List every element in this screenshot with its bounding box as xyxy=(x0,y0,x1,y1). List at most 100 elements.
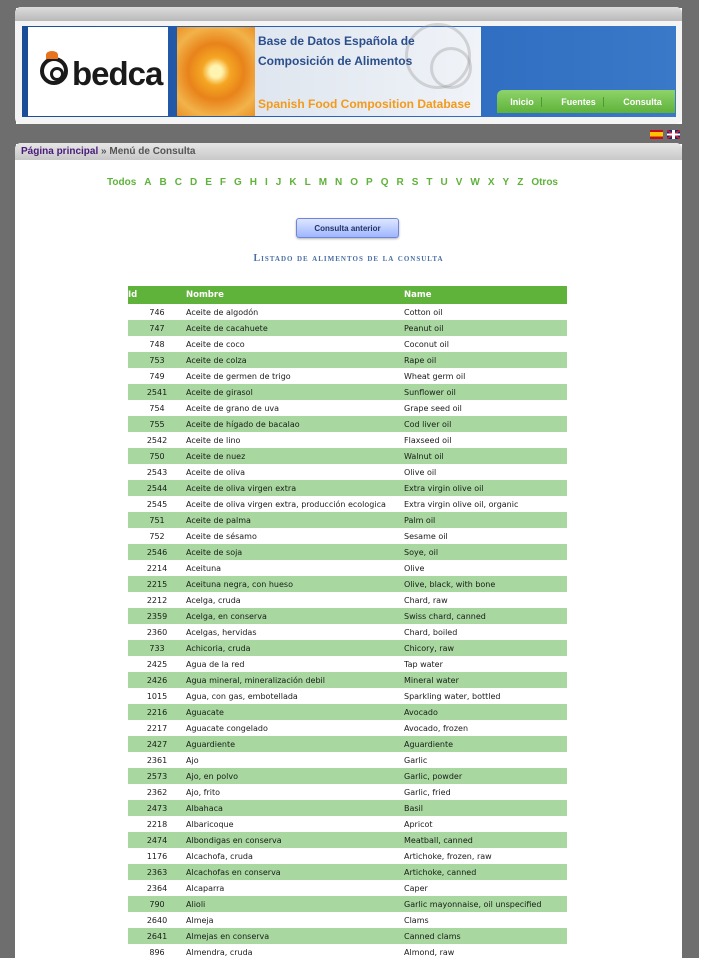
food-name-es-cell[interactable]: Aceite de nuez xyxy=(186,448,404,464)
alphabet-link[interactable]: Z xyxy=(517,177,523,188)
alphabet-link[interactable]: T xyxy=(426,177,432,188)
table-row[interactable]: 754 Aceite de grano de uva Grape seed oil xyxy=(128,400,567,416)
alphabet-link[interactable]: H xyxy=(250,177,257,188)
alphabet-link[interactable]: K xyxy=(289,177,296,188)
table-row[interactable]: 2216 Aguacate Avocado xyxy=(128,704,567,720)
food-name-es-cell[interactable]: Albahaca xyxy=(186,800,404,816)
food-name-es-cell[interactable]: Acelgas, hervidas xyxy=(186,624,404,640)
food-name-es-cell[interactable]: Aceite de lino xyxy=(186,432,404,448)
alphabet-link[interactable]: P xyxy=(366,177,373,188)
food-name-es-cell[interactable]: Aceite de oliva virgen extra xyxy=(186,480,404,496)
table-row[interactable]: 2359 Acelga, en conserva Swiss chard, cann… xyxy=(128,608,567,624)
table-row[interactable]: 2364 Alcaparra Caper xyxy=(128,880,567,896)
food-name-es-cell[interactable]: Aceite de hígado de bacalao xyxy=(186,416,404,432)
table-row[interactable]: 790 Alioli Garlic mayonnaise, oil unspecif… xyxy=(128,896,567,912)
bedca-logo[interactable]: bedca xyxy=(28,27,168,116)
food-name-es-cell[interactable]: Aceite de oliva virgen extra, producción… xyxy=(186,496,404,512)
table-row[interactable]: 2212 Acelga, cruda Chard, raw xyxy=(128,592,567,608)
alphabet-link[interactable]: Todos xyxy=(107,177,136,188)
uk-flag-icon[interactable] xyxy=(667,130,680,139)
food-name-es-cell[interactable]: Aceite de algodón xyxy=(186,304,404,320)
alphabet-link[interactable]: E xyxy=(205,177,212,188)
food-name-es-cell[interactable]: Agua mineral, mineralización debil xyxy=(186,672,404,688)
food-name-es-cell[interactable]: Aceite de sésamo xyxy=(186,528,404,544)
table-row[interactable]: 2217 Aguacate congelado Avocado, frozen xyxy=(128,720,567,736)
spanish-flag-icon[interactable] xyxy=(650,130,663,139)
table-row[interactable]: 2362 Ajo, frito Garlic, fried xyxy=(128,784,567,800)
alphabet-link[interactable]: J xyxy=(276,177,282,188)
alphabet-link[interactable]: D xyxy=(190,177,197,188)
food-name-es-cell[interactable]: Acelga, en conserva xyxy=(186,608,404,624)
table-row[interactable]: 2573 Ajo, en polvo Garlic, powder xyxy=(128,768,567,784)
food-name-es-cell[interactable]: Agua de la red xyxy=(186,656,404,672)
alphabet-link[interactable]: V xyxy=(456,177,463,188)
alphabet-link[interactable]: B xyxy=(160,177,167,188)
table-row[interactable]: 2640 Almeja Clams xyxy=(128,912,567,928)
table-row[interactable]: 733 Achicoria, cruda Chicory, raw xyxy=(128,640,567,656)
food-name-es-cell[interactable]: Aguacate xyxy=(186,704,404,720)
alphabet-link[interactable]: Otros xyxy=(531,177,558,188)
alphabet-link[interactable]: M xyxy=(319,177,327,188)
table-row[interactable]: 752 Aceite de sésamo Sesame oil xyxy=(128,528,567,544)
nav-inicio[interactable]: Inicio xyxy=(503,96,542,107)
table-row[interactable]: 2542 Aceite de lino Flaxseed oil xyxy=(128,432,567,448)
table-row[interactable]: 2541 Aceite de girasol Sunflower oil xyxy=(128,384,567,400)
table-row[interactable]: 1015 Agua, con gas, embotellada Sparkling … xyxy=(128,688,567,704)
food-name-es-cell[interactable]: Alcachofas en conserva xyxy=(186,864,404,880)
food-name-es-cell[interactable]: Alioli xyxy=(186,896,404,912)
table-row[interactable]: 2544 Aceite de oliva virgen extra Extra vi… xyxy=(128,480,567,496)
food-name-es-cell[interactable]: Aceite de germen de trigo xyxy=(186,368,404,384)
alphabet-link[interactable]: W xyxy=(470,177,479,188)
alphabet-link[interactable]: U xyxy=(441,177,448,188)
table-row[interactable]: 747 Aceite de cacahuete Peanut oil xyxy=(128,320,567,336)
table-row[interactable]: 2474 Albondigas en conserva Meatball, cann… xyxy=(128,832,567,848)
food-name-es-cell[interactable]: Aceituna negra, con hueso xyxy=(186,576,404,592)
table-row[interactable]: 755 Aceite de hígado de bacalao Cod liver … xyxy=(128,416,567,432)
table-row[interactable]: 2543 Aceite de oliva Olive oil xyxy=(128,464,567,480)
alphabet-link[interactable]: F xyxy=(220,177,226,188)
table-row[interactable]: 2545 Aceite de oliva virgen extra, produc… xyxy=(128,496,567,512)
nav-fuentes[interactable]: Fuentes xyxy=(554,96,604,107)
nav-consulta[interactable]: Consulta xyxy=(616,97,669,107)
food-name-es-cell[interactable]: Aceituna xyxy=(186,560,404,576)
food-name-es-cell[interactable]: Aceite de cacahuete xyxy=(186,320,404,336)
alphabet-link[interactable]: R xyxy=(397,177,404,188)
alphabet-link[interactable]: S xyxy=(412,177,419,188)
previous-query-button[interactable]: Consulta anterior xyxy=(296,218,399,238)
table-row[interactable]: 2425 Agua de la red Tap water xyxy=(128,656,567,672)
food-name-es-cell[interactable]: Aceite de grano de uva xyxy=(186,400,404,416)
table-row[interactable]: 2363 Alcachofas en conserva Artichoke, can… xyxy=(128,864,567,880)
table-row[interactable]: 748 Aceite de coco Coconut oil xyxy=(128,336,567,352)
food-name-es-cell[interactable]: Aceite de coco xyxy=(186,336,404,352)
food-name-es-cell[interactable]: Agua, con gas, embotellada xyxy=(186,688,404,704)
alphabet-link[interactable]: C xyxy=(175,177,182,188)
alphabet-link[interactable]: X xyxy=(488,177,495,188)
food-name-es-cell[interactable]: Aguardiente xyxy=(186,736,404,752)
food-name-es-cell[interactable]: Aceite de oliva xyxy=(186,464,404,480)
food-name-es-cell[interactable]: Almejas en conserva xyxy=(186,928,404,944)
alphabet-link[interactable]: Q xyxy=(381,177,389,188)
food-name-es-cell[interactable]: Almeja xyxy=(186,912,404,928)
table-row[interactable]: 751 Aceite de palma Palm oil xyxy=(128,512,567,528)
food-name-es-cell[interactable]: Albondigas en conserva xyxy=(186,832,404,848)
alphabet-link[interactable]: I xyxy=(265,177,268,188)
food-name-es-cell[interactable]: Aceite de colza xyxy=(186,352,404,368)
table-row[interactable]: 2215 Aceituna negra, con hueso Olive, blac… xyxy=(128,576,567,592)
food-name-es-cell[interactable]: Aceite de soja xyxy=(186,544,404,560)
alphabet-link[interactable]: Y xyxy=(503,177,510,188)
alphabet-link[interactable]: O xyxy=(350,177,358,188)
food-name-es-cell[interactable]: Ajo, frito xyxy=(186,784,404,800)
alphabet-link[interactable]: G xyxy=(234,177,242,188)
food-name-es-cell[interactable]: Alcaparra xyxy=(186,880,404,896)
table-row[interactable]: 2214 Aceituna Olive xyxy=(128,560,567,576)
table-row[interactable]: 2426 Agua mineral, mineralización debil Mi… xyxy=(128,672,567,688)
table-row[interactable]: 2641 Almejas en conserva Canned clams xyxy=(128,928,567,944)
food-name-es-cell[interactable]: Ajo xyxy=(186,752,404,768)
table-row[interactable]: 2473 Albahaca Basil xyxy=(128,800,567,816)
alphabet-link[interactable]: A xyxy=(144,177,151,188)
table-row[interactable]: 2427 Aguardiente Aguardiente xyxy=(128,736,567,752)
breadcrumb-home-link[interactable]: Página principal xyxy=(21,146,98,157)
food-name-es-cell[interactable]: Ajo, en polvo xyxy=(186,768,404,784)
table-row[interactable]: 749 Aceite de germen de trigo Wheat germ o… xyxy=(128,368,567,384)
alphabet-link[interactable]: L xyxy=(305,177,311,188)
